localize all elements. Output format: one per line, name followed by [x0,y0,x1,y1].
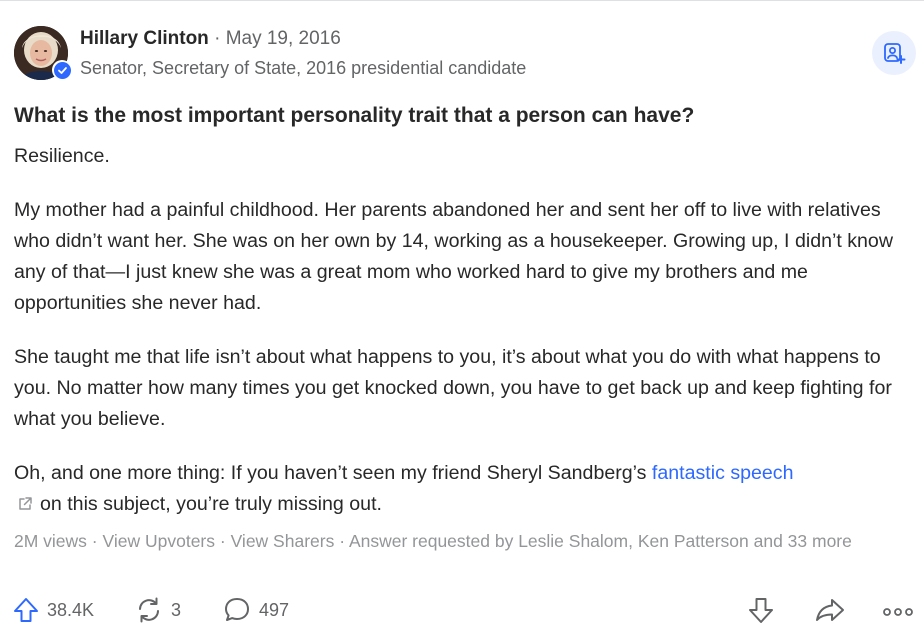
comment-count: 497 [259,599,290,620]
view-count: 2M views [14,531,87,551]
paragraph-text: on this subject, you’re truly missing ou… [40,493,382,515]
reshare-button[interactable]: 3 [134,592,181,628]
upvote-button[interactable]: 38.4K [12,592,94,628]
verified-badge-icon [52,60,72,80]
fantastic-speech-link[interactable]: fantastic speech [652,462,794,484]
answer-paragraph: Resilience. [14,145,110,167]
comment-bubble-icon [225,598,249,621]
answer-paragraph: My mother had a painful childhood. Her p… [14,199,893,314]
paragraph-text: Oh, and one more thing: If you haven’t s… [14,462,652,484]
top-divider [0,0,924,1]
answer-meta: 2M views · View Upvoters · View Sharers … [14,528,894,555]
meta-separator: · [215,531,231,551]
meta-separator: · [86,531,103,551]
reshare-count: 3 [171,599,182,620]
author-credential: Senator, Secretary of State, 2016 presid… [80,58,527,78]
more-dots-icon [883,608,913,616]
view-upvoters-link[interactable]: View Upvoters [103,531,216,551]
author-line: Hillary Clinton · May 19, 2016 [80,28,341,50]
separator-dot: · [214,28,221,49]
share-forward-icon [816,599,844,621]
follow-person-icon [884,43,906,64]
downvote-arrow-icon [749,598,773,623]
answer-date[interactable]: May 19, 2016 [226,28,341,49]
answer-paragraph: She taught me that life isn’t about what… [14,346,892,430]
upvote-count: 38.4K [47,599,95,620]
view-sharers-link[interactable]: View Sharers [231,531,335,551]
answer-header: Hillary Clinton · May 19, 2016 Senator, … [14,26,916,86]
meta-separator: · [334,531,349,551]
comment-button[interactable]: 497 [222,592,289,628]
follow-button[interactable] [872,31,916,75]
question-title[interactable]: What is the most important personality t… [14,104,694,128]
share-button[interactable] [814,592,846,628]
author-name[interactable]: Hillary Clinton [80,28,209,49]
downvote-button[interactable] [746,592,776,628]
upvote-arrow-icon [14,598,38,622]
more-options-button[interactable] [882,592,914,628]
reshare-icon [139,597,159,623]
answer-body: Resilience. My mother had a painful chil… [14,141,914,523]
action-bar: 38.4K 3 497 [0,592,924,628]
external-link-icon[interactable] [16,492,34,523]
answer-requested-text: Answer requested by Leslie Shalom, Ken P… [348,531,852,551]
answer-paragraph: Oh, and one more thing: If you haven’t s… [14,458,914,523]
